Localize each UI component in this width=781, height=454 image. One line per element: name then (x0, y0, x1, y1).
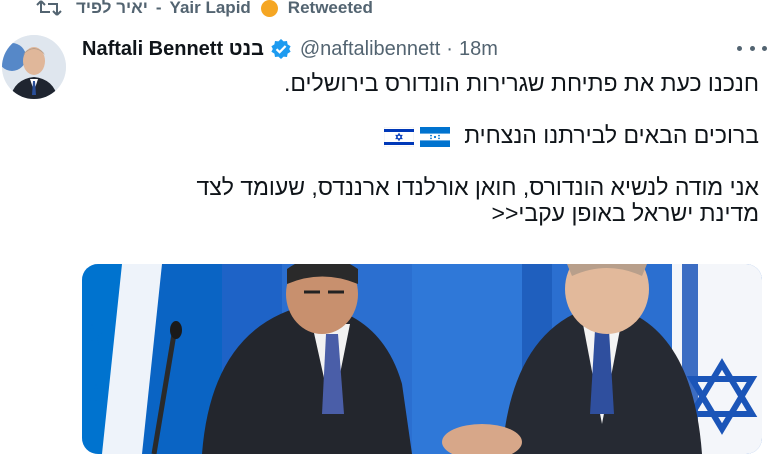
tweet-header: Naftali Bennett בנט @naftalibennett · 18… (82, 35, 498, 63)
retweeter-name-hebrew: יאיר לפיד (76, 0, 148, 17)
more-dot-icon (737, 45, 742, 51)
tweet-line-2: ברוכים הבאים לבירתנו הנצחית (464, 122, 759, 148)
tweet-line-1: חנכנו כעת את פתיחת שגרירות הונדורס בירוש… (284, 70, 759, 96)
tweet-line-3: אני מודה לנשיא הונדורס, חואן אורלנדו ארנ… (196, 174, 759, 200)
retweet-icon (36, 0, 62, 16)
verified-badge-icon (271, 39, 291, 59)
separator: - (155, 0, 162, 17)
avatar[interactable] (2, 35, 66, 99)
israel-flag-icon (383, 126, 414, 147)
tweet-text: חנכנו כעת את פתיחת שגרירות הונדורס בירוש… (82, 70, 759, 226)
more-options-button[interactable] (737, 38, 767, 58)
more-dot-icon (749, 45, 755, 51)
author-handle[interactable]: @naftalibennett (300, 38, 440, 61)
retweeter-name-english: Yair Lapid (169, 0, 251, 17)
header-separator: · (446, 37, 453, 60)
retweeted-label: Retweeted (287, 0, 373, 17)
author-name[interactable]: Naftali Bennett בנט (82, 38, 264, 61)
avatar-image (2, 35, 66, 99)
tweet-line-4: מדינת ישראל באופן עקבי<< (491, 200, 759, 226)
tweet-line-2-row: ברוכים הבאים לבירתנו הנצחית (82, 122, 759, 148)
retweet-context[interactable]: יאיר לפיד - Yair Lapid Retweeted (36, 0, 373, 20)
orange-dot-icon (260, 0, 278, 17)
tweet-photo[interactable] (82, 264, 762, 454)
photo-bennett-and-honduras-president (82, 264, 762, 454)
flag-emojis (383, 126, 450, 147)
honduras-flag-icon (419, 126, 450, 147)
more-dot-icon (762, 45, 767, 51)
tweet-timestamp[interactable]: 18m (459, 38, 498, 61)
